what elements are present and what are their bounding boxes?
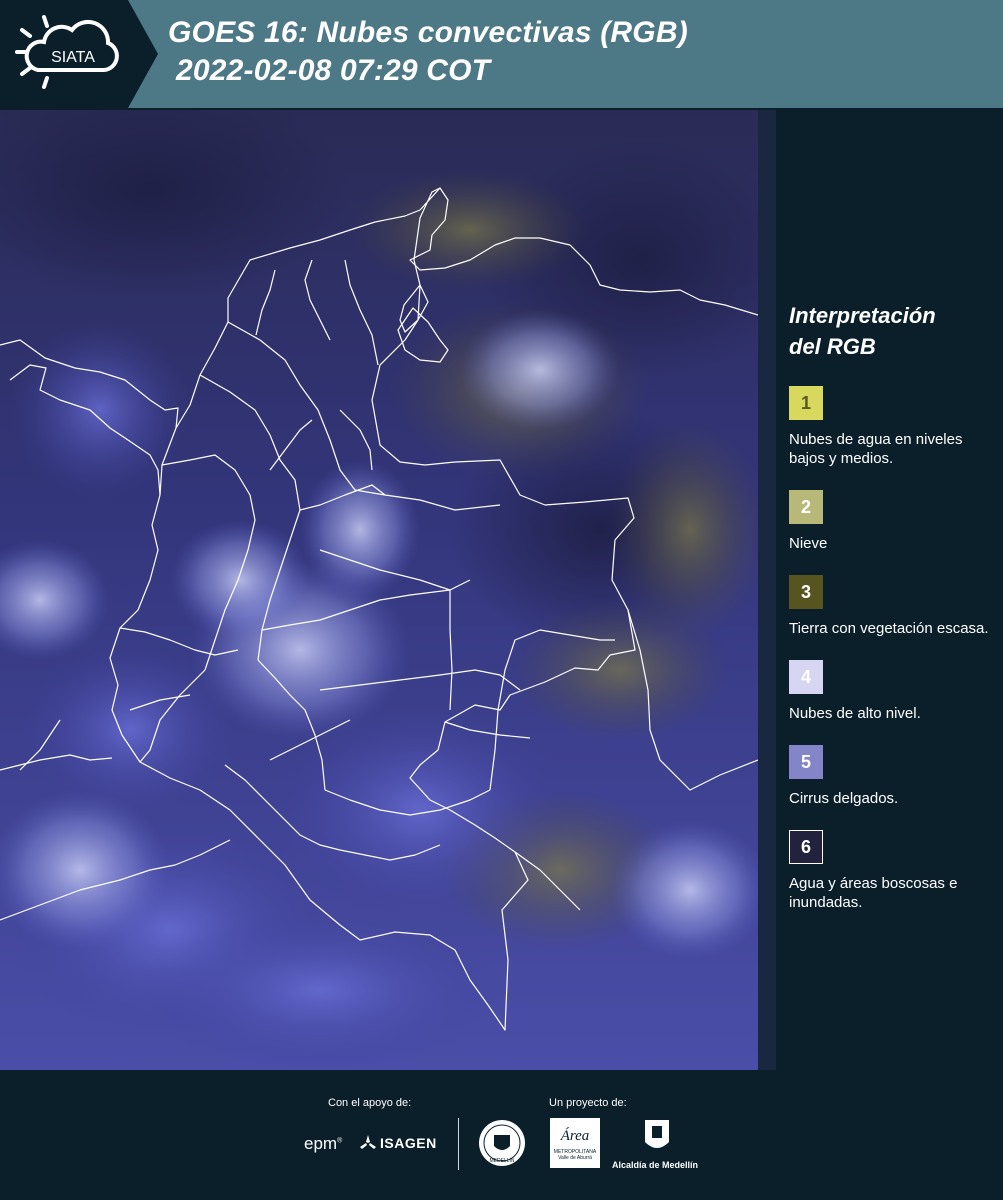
legend-swatch: 4 bbox=[789, 660, 823, 694]
legend-swatch: 3 bbox=[789, 575, 823, 609]
legend-item-1: 1 Nubes de agua en niveles bajos y medios… bbox=[789, 386, 994, 468]
alcaldia-name: Alcaldía de Medellín bbox=[612, 1160, 699, 1170]
legend-item-2: 2 Nieve bbox=[789, 490, 994, 553]
legend-item-6: 6 Agua y áreas boscosas e inundadas. bbox=[789, 830, 994, 912]
alcaldia-shield-icon bbox=[645, 1120, 669, 1148]
svg-text:MEDELLÍN: MEDELLÍN bbox=[489, 1157, 514, 1164]
legend-swatch: 1 bbox=[789, 386, 823, 420]
legend-label: Nieve bbox=[789, 535, 828, 552]
legend-item-5: 5 Cirrus delgados. bbox=[789, 745, 994, 808]
satellite-map bbox=[0, 110, 758, 1070]
epm-logo: epm® bbox=[304, 1134, 343, 1153]
title-product: GOES 16: Nubes convectivas (RGB) bbox=[168, 16, 688, 49]
support-caption: Con el apoyo de: bbox=[328, 1097, 412, 1109]
project-caption: Un proyecto de: bbox=[549, 1097, 627, 1109]
legend-label: Nubes de alto nivel. bbox=[789, 705, 921, 722]
footer: Con el apoyo de: Un proyecto de: epm® IS… bbox=[0, 1070, 1003, 1200]
medellin-seal-icon: MEDELLÍN bbox=[479, 1120, 525, 1166]
legend-label: Cirrus delgados. bbox=[789, 790, 899, 807]
legend-swatch: 2 bbox=[789, 490, 823, 524]
title-timestamp: 2022-02-08 07:29 COT bbox=[176, 54, 491, 87]
legend: Interpretación del RGB 1 Nubes de agua en… bbox=[789, 300, 994, 912]
legend-item-4: 4 Nubes de alto nivel. bbox=[789, 660, 994, 723]
legend-label: Tierra con vegetación escasa. bbox=[789, 620, 989, 637]
siata-logo: SIATA bbox=[0, 0, 158, 108]
isagen-icon bbox=[360, 1135, 376, 1149]
legend-title: Interpretación del RGB bbox=[789, 303, 936, 359]
header-band: SIATA GOES 16: Nubes convectivas (RGB) 2… bbox=[0, 0, 1003, 108]
legend-swatch: 6 bbox=[789, 830, 823, 864]
svg-text:SIATA: SIATA bbox=[51, 49, 95, 66]
legend-label: Agua y áreas boscosas e inundadas. bbox=[789, 875, 958, 911]
area-metropolitana-logo: Área METROPOLITANA Valle de Aburrá bbox=[550, 1118, 600, 1168]
map-side-strip bbox=[758, 110, 776, 1070]
legend-label: Nubes de agua en niveles bajos y medios. bbox=[789, 431, 963, 467]
legend-swatch: 5 bbox=[789, 745, 823, 779]
isagen-logo: ISAGEN bbox=[380, 1135, 437, 1151]
footer-divider bbox=[458, 1118, 459, 1170]
page-title: GOES 16: Nubes convectivas (RGB) 2022-02… bbox=[168, 14, 988, 90]
legend-item-3: 3 Tierra con vegetación escasa. bbox=[789, 575, 994, 638]
satellite-image bbox=[0, 110, 758, 1070]
